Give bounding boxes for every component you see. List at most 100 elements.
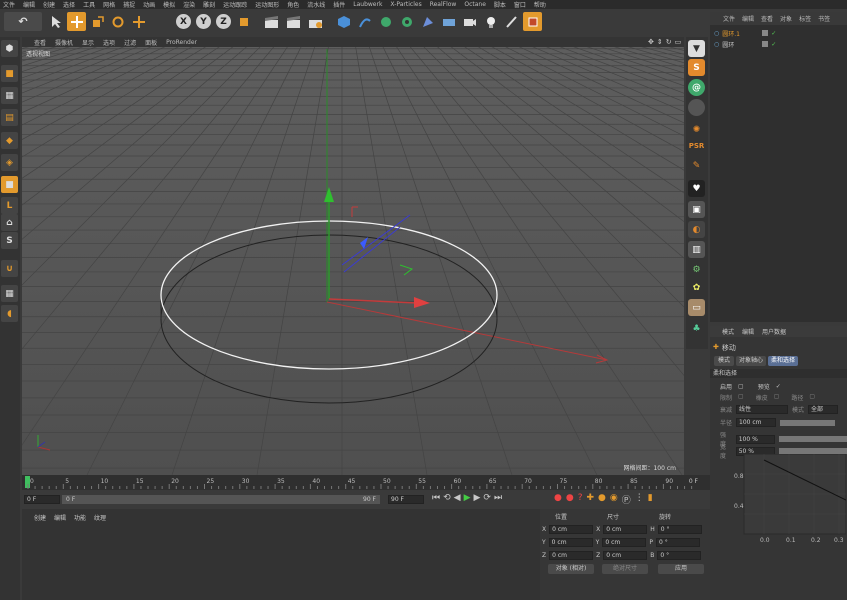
- points-key-icon[interactable]: ⋮: [635, 493, 644, 506]
- grid-snap-button[interactable]: ▦: [1, 285, 18, 302]
- symmetry-button[interactable]: ◖: [1, 305, 18, 322]
- viewport-menu-options[interactable]: 选项: [103, 38, 115, 47]
- menu-tools[interactable]: 工具: [83, 0, 95, 9]
- position-x-field[interactable]: 0 cm: [549, 525, 594, 534]
- x-axis-lock-button[interactable]: X: [176, 14, 191, 29]
- falloff-graph[interactable]: 0.8 0.4 0.0 0.1 0.2 0.3: [734, 454, 846, 544]
- move-tool-button[interactable]: [67, 12, 86, 31]
- tree-button[interactable]: ♣: [688, 320, 705, 337]
- menu-motion-tracking[interactable]: 运动跟踪: [223, 0, 247, 9]
- menu-character[interactable]: 角色: [287, 0, 299, 9]
- menu-select[interactable]: 选择: [63, 0, 75, 9]
- render-button[interactable]: [284, 12, 303, 31]
- render-settings-button[interactable]: [306, 12, 325, 31]
- path-checkbox[interactable]: ▢: [809, 393, 815, 402]
- rotate-view-icon[interactable]: ↻: [666, 38, 672, 46]
- mode-dropdown[interactable]: 全部: [808, 405, 839, 414]
- emitter-button[interactable]: ✺: [688, 121, 705, 138]
- key-selection-icon[interactable]: ?: [578, 493, 583, 506]
- sculpt-button[interactable]: [502, 12, 521, 31]
- om-menu-bookmarks[interactable]: 书签: [818, 14, 830, 23]
- axis-mode-button[interactable]: L: [1, 197, 18, 214]
- attr-menu-mode[interactable]: 模式: [722, 327, 734, 336]
- timeline-window-icon[interactable]: ▮: [648, 493, 653, 506]
- polygons-mode-button[interactable]: ■: [1, 176, 18, 193]
- z-axis-lock-button[interactable]: Z: [216, 14, 231, 29]
- coordinate-mode-dropdown[interactable]: 对象 (相对): [548, 564, 594, 574]
- menu-render[interactable]: 渲染: [183, 0, 195, 9]
- play-icon[interactable]: ▶: [464, 493, 471, 503]
- subdivision-button[interactable]: [376, 12, 395, 31]
- previous-frame-icon[interactable]: ◀: [454, 493, 461, 503]
- viewport-menu-panel[interactable]: 面板: [145, 38, 157, 47]
- size-mode-dropdown[interactable]: 绝对尺寸: [602, 564, 648, 574]
- green-tool-button[interactable]: @: [688, 79, 705, 96]
- menu-sculpt[interactable]: 雕刻: [203, 0, 215, 9]
- coordinate-system-button[interactable]: [234, 12, 253, 31]
- menu-create[interactable]: 创建: [43, 0, 55, 9]
- floor-button[interactable]: [439, 12, 458, 31]
- rotate-key-icon[interactable]: ●: [598, 493, 606, 506]
- bars-button[interactable]: ▥: [688, 241, 705, 258]
- grey-sphere-button[interactable]: [688, 99, 705, 116]
- menu-mesh[interactable]: 网格: [103, 0, 115, 9]
- om-menu-tags[interactable]: 标签: [799, 14, 811, 23]
- flower-button[interactable]: ✿: [688, 279, 705, 296]
- radius-field[interactable]: 100 cm: [736, 418, 777, 427]
- menu-help[interactable]: 帮助: [534, 0, 546, 9]
- check-icon[interactable]: ✓: [771, 30, 776, 37]
- menu-file[interactable]: 文件: [3, 0, 15, 9]
- param-key-icon[interactable]: Ⓟ: [622, 493, 631, 506]
- object-row-ring-1[interactable]: ○ 圆环.1 ✓: [714, 28, 844, 38]
- previous-key-icon[interactable]: ⟲: [443, 493, 451, 503]
- camera-button[interactable]: [460, 12, 479, 31]
- falloff-dropdown[interactable]: 线性: [736, 405, 789, 414]
- attr-menu-userdata[interactable]: 用户数据: [762, 327, 786, 336]
- viewport-menu-prorender[interactable]: ProRender: [166, 39, 197, 46]
- menu-mograph[interactable]: 运动图形: [255, 0, 279, 9]
- edges-mode-button[interactable]: ◈: [1, 154, 18, 171]
- rubber-checkbox[interactable]: ▢: [774, 393, 780, 402]
- max-frame-field[interactable]: 90 F: [388, 495, 424, 504]
- menu-plugins[interactable]: 插件: [333, 0, 345, 9]
- rotate-tool-button[interactable]: [108, 12, 127, 31]
- frame-button[interactable]: ▣: [688, 201, 705, 218]
- menu-realflow[interactable]: RealFlow: [430, 1, 457, 8]
- octane-button[interactable]: [523, 12, 542, 31]
- menu-simulate[interactable]: 模拟: [163, 0, 175, 9]
- check-icon[interactable]: ✓: [771, 41, 776, 48]
- last-frame-icon[interactable]: ⏭: [494, 493, 502, 503]
- spline-pen-button[interactable]: [355, 12, 374, 31]
- attr-menu-edit[interactable]: 编辑: [742, 327, 754, 336]
- y-axis-lock-button[interactable]: Y: [196, 14, 211, 29]
- menu-x-particles[interactable]: X-Particles: [390, 1, 421, 8]
- cube-button[interactable]: [334, 12, 353, 31]
- zoom-icon[interactable]: ⇕: [657, 38, 663, 46]
- perspective-viewport[interactable]: 网格间距：100 cm: [22, 47, 684, 475]
- tweak-mode-button[interactable]: ⌂: [1, 214, 18, 231]
- heart-button[interactable]: ♥: [688, 180, 705, 197]
- menu-edit[interactable]: 编辑: [23, 0, 35, 9]
- preview-checkbox[interactable]: ✓: [776, 383, 781, 390]
- position-y-field[interactable]: 0 cm: [548, 538, 593, 547]
- menu-laubwerk[interactable]: Laubwerk: [353, 1, 382, 8]
- live-selection-button[interactable]: [129, 12, 148, 31]
- gear-green-button[interactable]: ⚙: [688, 261, 705, 278]
- menu-snap[interactable]: 捕捉: [123, 0, 135, 9]
- maximize-icon[interactable]: ▭: [675, 38, 682, 46]
- array-button[interactable]: [397, 12, 416, 31]
- enable-checkbox[interactable]: ▢: [738, 383, 744, 390]
- light-button[interactable]: [481, 12, 500, 31]
- om-menu-view[interactable]: 查看: [761, 14, 773, 23]
- menu-script[interactable]: 脚本: [494, 0, 506, 9]
- magnet-button[interactable]: ∪: [1, 260, 18, 277]
- menu-octane[interactable]: Octane: [464, 1, 486, 8]
- mat-menu-function[interactable]: 功能: [74, 513, 86, 522]
- start-frame-field[interactable]: 0 F: [24, 495, 60, 504]
- sign-button[interactable]: ✎: [688, 157, 705, 174]
- mat-menu-create[interactable]: 创建: [34, 513, 46, 522]
- mat-menu-edit[interactable]: 编辑: [54, 513, 66, 522]
- menu-animate[interactable]: 动画: [143, 0, 155, 9]
- workplane-button[interactable]: ▤: [1, 109, 18, 126]
- scale-key-icon[interactable]: ◉: [610, 493, 618, 506]
